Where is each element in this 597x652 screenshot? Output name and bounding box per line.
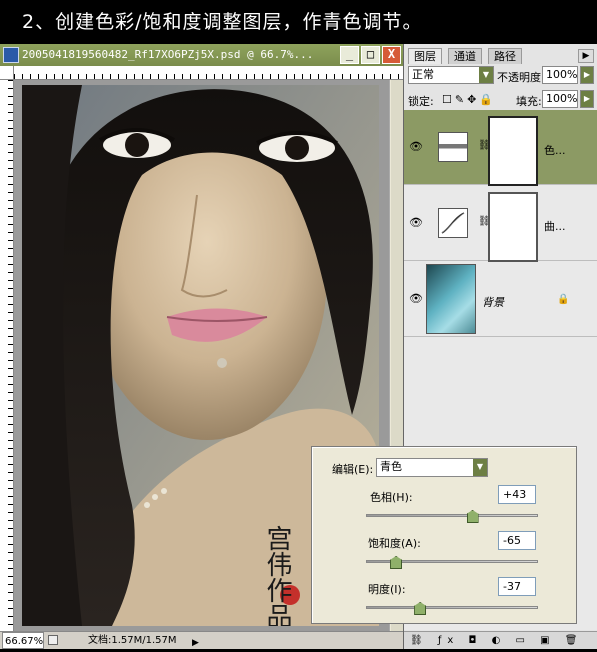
layer-name[interactable]: 色... [544,142,566,158]
lightness-input[interactable]: -37 [498,577,536,596]
fill-input[interactable]: 100% [542,90,578,108]
eye-icon[interactable]: 👁 [409,140,423,153]
saturation-input[interactable]: -65 [498,531,536,550]
layers-panel-footer: ⛓ ƒx ◘ ◐ ▭ ▣ 🗑 [404,631,597,649]
ruler-corner[interactable] [0,66,14,80]
minimize-button[interactable]: _ [340,46,359,64]
panel-tabs: 图层 通道 路径 ▶ [404,46,597,64]
panel-menu-icon[interactable]: ▶ [578,49,594,63]
edit-value: 青色 [380,460,402,473]
document-size-info: 文档:1.57M/1.57M [88,635,177,646]
layer-name[interactable]: 曲... [544,218,566,234]
tab-channels[interactable]: 通道 [448,48,482,64]
layer-mask-thumbnail[interactable] [488,116,538,186]
opacity-slider-button[interactable]: ▶ [580,66,594,84]
saturation-label: 饱和度(A): [368,537,421,550]
lightness-label: 明度(I): [368,583,406,596]
fill-label: 填充: [516,95,542,108]
chevron-down-icon[interactable]: ▼ [479,67,493,83]
lock-label: 锁定: [408,95,434,108]
zoom-field[interactable]: 66.67% [2,632,44,649]
layer-hue-saturation[interactable]: 👁 ⛓ 色... [404,110,597,186]
hue-row: 色相(H): +43 [312,485,578,525]
chevron-down-icon[interactable]: ▼ [473,459,487,476]
tutorial-step-banner: 2、创建色彩/饱和度调整图层，作青色调节。 [0,0,597,44]
link-layers-icon[interactable]: ⛓ ƒx ◘ ◐ ▭ ▣ 🗑 [410,633,583,649]
layer-curves[interactable]: 👁 ⛓ 曲... [404,186,597,262]
layer-mask-thumbnail[interactable] [488,192,538,262]
hue-saturation-dialog: 编辑(E): 青色 ▼ 色相(H): +43 饱和度(A): -65 明度(I)… [311,446,577,624]
curves-icon [438,208,468,238]
hue-saturation-icon [438,132,468,162]
vertical-ruler[interactable] [0,80,14,631]
opacity-value: 100% [546,68,578,81]
lightness-row: 明度(I): -37 [312,577,578,617]
close-button[interactable]: X [382,46,401,64]
document-status-bar: 66.67% 文档:1.57M/1.57M ▶ [0,631,403,649]
hue-slider-thumb[interactable] [466,510,479,523]
blend-mode-select[interactable]: 正常 ▼ [408,66,494,84]
layer-background[interactable]: 👁 背景 🔒 [404,262,597,337]
opacity-label: 不透明度: [497,71,545,84]
opacity-input[interactable]: 100% [542,66,578,84]
lightness-slider-thumb[interactable] [414,602,427,615]
blend-mode-row: 正常 ▼ 不透明度: 100% ▶ [408,66,596,86]
lightness-slider-track[interactable] [366,606,538,609]
maximize-button[interactable]: □ [361,46,380,64]
tab-layers[interactable]: 图层 [408,48,442,64]
background-thumbnail [426,264,476,334]
eye-icon[interactable]: 👁 [409,216,423,229]
document-title: 2005041819560482_Rf17XO6PZj5X.psd @ 66.7… [22,48,314,61]
horizontal-ruler[interactable] [14,66,403,80]
lock-transparency-icon[interactable]: ☐✎✥🔒 [442,93,496,106]
fill-value: 100% [546,92,578,105]
status-arrow-icon[interactable]: ▶ [192,635,199,652]
eye-icon[interactable]: 👁 [409,292,423,305]
status-menu-icon[interactable] [48,635,58,645]
hue-label: 色相(H): [370,491,413,504]
blend-mode-value: 正常 [412,68,434,81]
document-titlebar[interactable]: 2005041819560482_Rf17XO6PZj5X.psd @ 66.7… [0,44,403,66]
lock-icon: 🔒 [557,294,570,305]
fill-slider-button[interactable]: ▶ [580,90,594,108]
saturation-slider-thumb[interactable] [390,556,403,569]
calligraphy-watermark: 宫伟作品 [262,525,292,626]
hue-input[interactable]: +43 [498,485,536,504]
edit-label: 编辑(E): [332,463,374,476]
hue-slider-track[interactable] [366,514,538,517]
edit-select[interactable]: 青色 ▼ [376,458,488,477]
lock-row: 锁定: ☐✎✥🔒 填充: 100% ▶ [408,90,596,110]
tab-paths[interactable]: 路径 [488,48,522,64]
layer-name[interactable]: 背景 [482,294,504,310]
photoshop-app-icon[interactable] [3,47,19,63]
saturation-row: 饱和度(A): -65 [312,531,578,571]
edit-row: 编辑(E): 青色 ▼ [312,457,578,479]
